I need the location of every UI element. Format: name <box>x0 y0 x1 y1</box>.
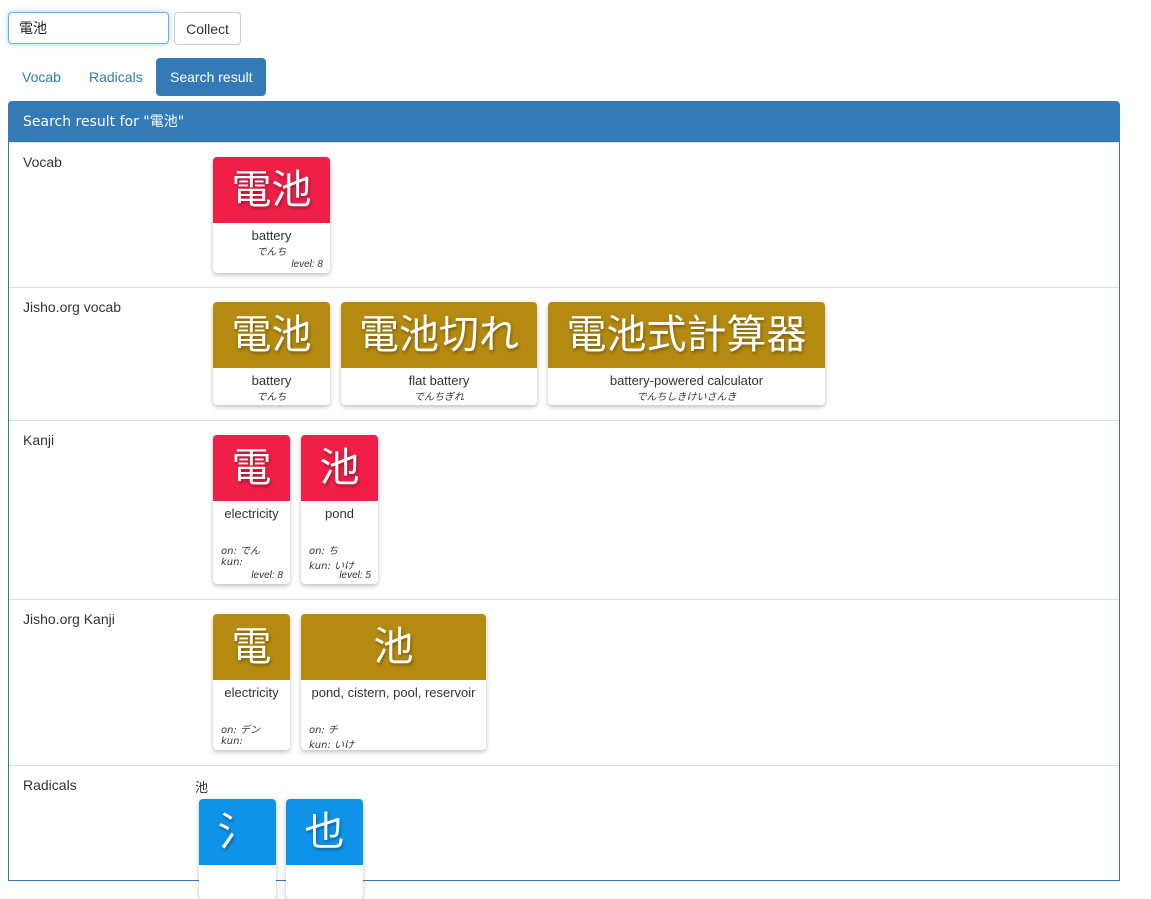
jisho-vocab-card[interactable]: 電池式計算器 battery-powered calculator でんちしきけ… <box>548 302 825 405</box>
section-radicals: Radicals 池 氵 也 <box>9 765 1119 899</box>
card-meaning: flat battery <box>408 373 470 388</box>
tab-search-result[interactable]: Search result <box>156 58 267 96</box>
card-characters: 氵 <box>199 799 276 865</box>
section-label: Jisho.org Kanji <box>23 611 115 627</box>
section-vocab: Vocab 電池 battery でんち level: 8 <box>9 142 1119 287</box>
kanji-card[interactable]: 電 electricity on: でん kun: level: 8 <box>213 435 290 584</box>
card-characters: 池 <box>301 614 486 680</box>
card-characters: 也 <box>286 799 363 865</box>
card-level: level: 5 <box>339 570 371 581</box>
search-input[interactable] <box>8 12 169 44</box>
card-kun-reading: kun: <box>221 736 243 747</box>
card-level: level: 8 <box>251 570 283 581</box>
card-reading: でんちしきけいさんき <box>636 392 737 403</box>
search-result-panel: Search result for "電池" Vocab 電池 battery … <box>8 101 1120 899</box>
card-characters: 電 <box>213 614 290 680</box>
tab-vocab[interactable]: Vocab <box>8 58 75 96</box>
jisho-vocab-card[interactable]: 電池 battery でんち <box>213 302 330 405</box>
section-kanji: Kanji 電 electricity on: でん kun: level: 8… <box>9 420 1119 599</box>
card-meaning: electricity <box>224 506 279 521</box>
radical-card[interactable]: 也 <box>286 799 363 899</box>
card-on-reading: on: デン <box>221 725 261 736</box>
card-level: level: 8 <box>291 259 323 270</box>
panel-heading: Search result for "電池" <box>9 102 1119 142</box>
card-characters: 電池式計算器 <box>548 302 825 368</box>
jisho-kanji-card[interactable]: 電 electricity on: デン kun: <box>213 614 290 750</box>
tab-radicals[interactable]: Radicals <box>75 58 157 96</box>
card-meaning: battery-powered calculator <box>609 373 764 388</box>
card-reading: でんち <box>256 247 287 258</box>
radical-kanji-heading: 池 <box>195 781 209 796</box>
card-characters: 池 <box>301 435 378 501</box>
card-characters: 電池 <box>213 302 330 368</box>
section-label: Vocab <box>23 154 62 170</box>
card-characters: 電池切れ <box>341 302 537 368</box>
section-jisho-vocab: Jisho.org vocab 電池 battery でんち 電池切れ flat… <box>9 287 1119 420</box>
vocab-card[interactable]: 電池 battery でんち level: 8 <box>213 157 330 273</box>
collect-button[interactable]: Collect <box>174 12 241 45</box>
card-kun-reading: kun: いけ <box>309 740 355 750</box>
card-on-reading: on: でん <box>221 546 261 557</box>
card-meaning: electricity <box>224 685 279 700</box>
card-reading: でんち <box>256 392 287 403</box>
radical-card[interactable]: 氵 <box>199 799 276 899</box>
card-meaning: battery <box>251 373 292 388</box>
card-characters: 電 <box>213 435 290 501</box>
card-on-reading: on: チ <box>309 725 339 736</box>
kanji-card[interactable]: 池 pond on: ち kun: いけ level: 5 <box>301 435 378 584</box>
card-meaning: pond <box>325 506 354 521</box>
card-characters: 電池 <box>213 157 330 223</box>
jisho-kanji-card[interactable]: 池 pond, cistern, pool, reservoir on: チ k… <box>301 614 486 750</box>
card-meaning: pond, cistern, pool, reservoir <box>311 685 476 700</box>
section-label: Jisho.org vocab <box>23 299 122 315</box>
jisho-vocab-card[interactable]: 電池切れ flat battery でんちぎれ <box>341 302 537 405</box>
card-on-reading: on: ち <box>309 546 339 557</box>
section-label: Radicals <box>23 777 77 793</box>
section-jisho-kanji: Jisho.org Kanji 電 electricity on: デン kun… <box>9 599 1119 765</box>
section-label: Kanji <box>23 432 55 448</box>
card-reading: でんちぎれ <box>414 392 464 403</box>
card-kun-reading: kun: <box>221 557 243 568</box>
card-meaning: battery <box>251 228 292 243</box>
